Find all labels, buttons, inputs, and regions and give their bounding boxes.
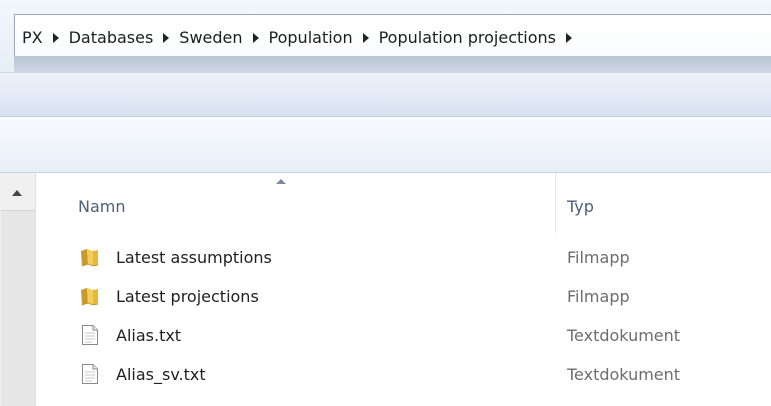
file-name: Latest assumptions <box>116 248 272 267</box>
column-divider[interactable] <box>555 173 556 233</box>
file-list: Namn Typ Latest assumptions Filmapp Late… <box>36 173 771 406</box>
file-row-latest-projections[interactable]: Latest projections Filmapp <box>36 282 771 312</box>
nav-pane-scrollbar[interactable] <box>0 173 36 406</box>
file-row-alias-sv-txt[interactable]: Alias_sv.txt Textdokument <box>36 360 771 390</box>
column-header-type[interactable]: Typ <box>567 197 594 216</box>
breadcrumb-item-population[interactable]: Population <box>269 28 353 47</box>
text-file-icon <box>80 324 100 346</box>
address-bar-bottom-band <box>14 56 771 72</box>
file-name: Alias.txt <box>116 326 182 345</box>
toolbar <box>0 72 771 117</box>
breadcrumb-separator-icon[interactable] <box>565 32 572 43</box>
scroll-up-arrow-icon[interactable] <box>12 190 22 196</box>
file-name: Latest projections <box>116 287 259 306</box>
breadcrumb-item-databases[interactable]: Databases <box>69 28 154 47</box>
file-type: Textdokument <box>567 365 681 384</box>
breadcrumb-item-px[interactable]: PX <box>22 28 43 47</box>
toolbar-lower-band <box>0 117 771 173</box>
text-file-icon <box>80 363 100 385</box>
column-header-name[interactable]: Namn <box>78 197 126 216</box>
breadcrumb-separator-icon[interactable] <box>252 32 259 43</box>
breadcrumb-item-population-projections[interactable]: Population projections <box>379 28 556 47</box>
file-type: Filmapp <box>567 287 630 306</box>
address-bar: PX Databases Sweden Population Populatio… <box>0 0 771 72</box>
breadcrumb: PX Databases Sweden Population Populatio… <box>22 28 582 47</box>
folder-icon <box>80 246 100 268</box>
breadcrumb-separator-icon[interactable] <box>163 32 170 43</box>
file-row-alias-txt[interactable]: Alias.txt Textdokument <box>36 321 771 351</box>
scrollbar-thumb[interactable] <box>1 210 35 406</box>
breadcrumb-item-sweden[interactable]: Sweden <box>179 28 242 47</box>
column-header-row: Namn Typ <box>36 173 771 233</box>
folder-icon <box>80 285 100 307</box>
file-type: Filmapp <box>567 248 630 267</box>
explorer-window: PX Databases Sweden Population Populatio… <box>0 0 771 406</box>
file-name: Alias_sv.txt <box>116 365 206 384</box>
breadcrumb-separator-icon[interactable] <box>52 32 59 43</box>
sort-ascending-icon <box>276 179 286 184</box>
file-row-latest-assumptions[interactable]: Latest assumptions Filmapp <box>36 243 771 273</box>
file-type: Textdokument <box>567 326 681 345</box>
breadcrumb-separator-icon[interactable] <box>362 32 369 43</box>
